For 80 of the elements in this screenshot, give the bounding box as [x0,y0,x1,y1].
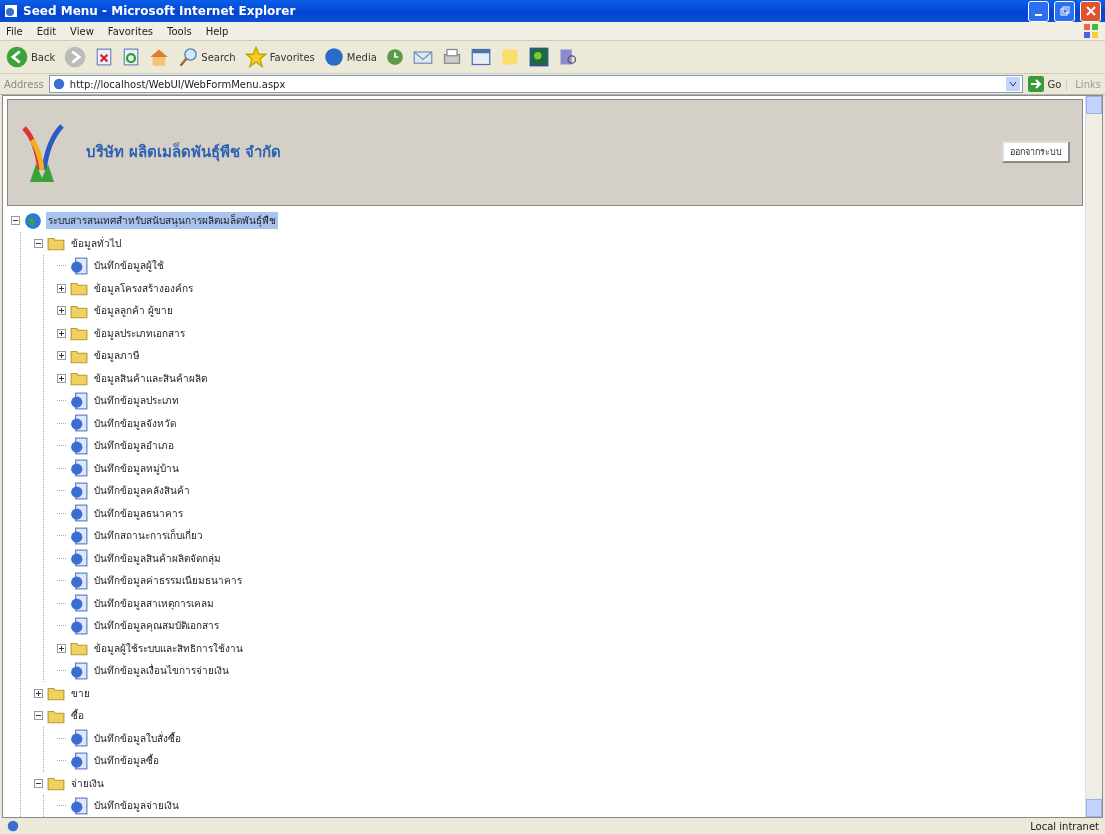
tree-item[interactable]: บันทึกข้อมูลประเภท [92,392,181,410]
browser-page-icon [4,4,18,18]
security-zone: Local intranet [1029,820,1099,832]
window-icon [470,47,491,67]
star-icon [244,46,267,68]
tree-item[interactable]: บันทึกข้อมูลผู้ใช้ [92,257,166,275]
tree-item[interactable]: บันทึกข้อมูลธนาคาร [92,504,185,522]
expand-box-icon[interactable] [57,643,66,653]
menu-item[interactable]: File [6,25,23,37]
tree-item[interactable]: บันทึกข้อมูลเงื่อนไขการจ่ายเงิน [92,662,231,680]
tree-item[interactable]: ข้อมูลประเภทเอกสาร [92,324,187,342]
tree-item[interactable]: ข้อมูลผู้ใช้ระบบและสิทธิการใช้งาน [92,639,245,657]
map-icon [528,47,549,67]
tree-item[interactable]: บันทึกข้อมูลใบสั่งซื้อ [92,729,183,747]
collapse-box-icon[interactable] [11,216,20,226]
tree-item[interactable]: บันทึกข้อมูลสาเหตุการเคลม [92,594,216,612]
media-button[interactable]: Media [323,47,377,67]
tree-item[interactable]: บันทึกข้อมูลอำเภอ [92,437,176,455]
tree-item[interactable]: ขาย [69,684,92,702]
back-button[interactable]: Back [6,46,56,68]
minimize-icon [1035,14,1042,16]
expand-box-icon[interactable] [57,328,66,338]
company-name: บริษัท ผลิตเมล็ดพันธุ์พืช จำกัด [86,141,283,164]
tree-item[interactable]: บันทึกข้อมูลจ่ายเงิน [92,797,181,815]
arrow-icon [1028,76,1045,92]
tree-item[interactable]: บันทึกข้อมูลสินค้าผลิตจัดกลุ่ม [92,549,223,567]
tree-item[interactable]: บันทึกข้อมูลซื้อ [92,752,161,770]
tree-item[interactable]: ข้อมูลโครงสร้างองค์กร [92,279,195,297]
tree-item[interactable]: บันทึกสถานะการเก็บเกี่ยว [92,527,205,545]
menu-item[interactable]: Favorites [107,25,153,37]
printer-icon [441,47,462,67]
home-icon [149,47,170,67]
refresh-button[interactable] [122,48,141,66]
stop-page-icon [95,48,114,66]
menu-item[interactable]: Help [205,25,229,37]
tree-item[interactable]: ข้อมูลทั่วไป [69,234,123,252]
expand-box-icon[interactable] [57,306,66,316]
restore-icon [1059,6,1070,16]
stop-button[interactable] [95,48,114,66]
tree-item[interactable]: บันทึกข้อมูลคุณสมบัติเอกสาร [92,617,221,635]
scrollbar[interactable] [1085,96,1102,817]
go-button[interactable]: Go [1028,76,1062,92]
expand-box-icon[interactable] [57,351,66,361]
search-button[interactable]: Search [178,47,236,67]
collapse-box-icon[interactable] [34,711,43,721]
expand-box-icon[interactable] [57,283,66,293]
minimize-button[interactable] [1028,0,1049,22]
tree-item[interactable]: บันทึกข้อมูลจังหวัด [92,414,178,432]
logout-button[interactable]: ออกจากระบบ [1002,141,1070,164]
history-button[interactable] [385,48,404,66]
menu-item[interactable]: View [70,25,94,37]
close-button[interactable] [1080,0,1101,22]
windows-flag-icon [1083,23,1099,39]
address-field[interactable]: http://localhost/WebUI/WebFormMenu.aspx [48,75,1024,93]
messenger-button[interactable] [528,47,549,67]
refresh-page-icon [122,48,141,66]
expand-box-icon[interactable] [57,373,66,383]
tree-item[interactable]: ข้อมูลภาษี [92,347,142,365]
tree-item[interactable]: บันทึกข้อมูลคลังสินค้า [92,482,192,500]
tree-item[interactable]: ซื้อ [69,707,86,725]
tree-item[interactable]: ระบบสารสนเทศสำหรับสนับสนุนการผลิตเมล็ดพันธุ์พืช [46,212,278,230]
edit-button[interactable] [470,47,491,67]
restore-button[interactable] [1054,0,1075,22]
tree-item[interactable]: บันทึกข้อมูลหมู่บ้าน [92,459,181,477]
tree-item[interactable]: ข้อมูลสินค้าและสินค้าผลิต [92,369,209,387]
favorites-button[interactable]: Favorites [244,46,315,68]
menu-item[interactable]: Tools [167,25,192,37]
tree-item[interactable]: จ่ายเงิน [69,774,106,792]
collapse-box-icon[interactable] [34,778,43,788]
print-button[interactable] [441,47,462,67]
expand-box-icon[interactable] [34,688,43,698]
close-icon [1085,6,1096,16]
tree-item[interactable]: ข้อมูลลูกค้า ผู้ขาย [92,302,176,320]
address-label: Address [4,78,44,90]
clock-icon [385,48,404,66]
collapse-box-icon[interactable] [34,238,43,248]
search-icon [178,47,199,67]
menu-item[interactable]: Edit [36,25,57,37]
window-title: Seed Menu - Microsoft Internet Explorer [23,4,297,18]
tree-item[interactable]: บันทึกข้อมูลค่าธรรมเนียมธนาคาร [92,572,244,590]
